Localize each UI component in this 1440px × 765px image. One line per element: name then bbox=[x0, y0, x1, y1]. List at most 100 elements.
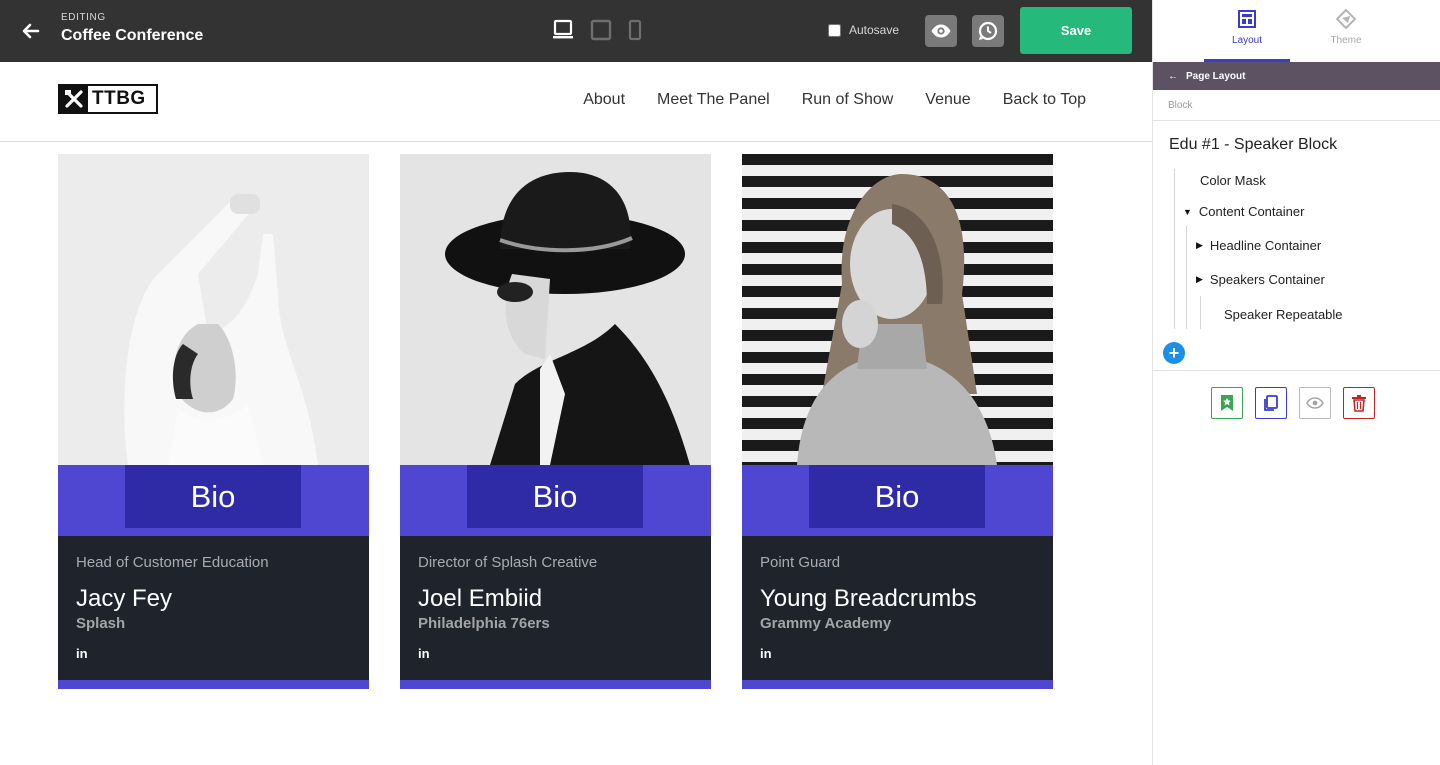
chevron-down-icon[interactable]: ▼ bbox=[1183, 207, 1192, 217]
site-logo[interactable]: TTBG bbox=[58, 84, 158, 114]
speaker-org: Splash bbox=[76, 615, 126, 632]
autosave-label: Autosave bbox=[849, 23, 900, 37]
speaker-photo bbox=[742, 154, 1053, 465]
bio-band: Bio bbox=[400, 465, 711, 536]
card-accent-bar bbox=[400, 680, 711, 689]
speaker-cards: Bio Head of Customer Education Jacy Fey … bbox=[58, 154, 1053, 689]
theme-icon bbox=[1336, 9, 1356, 29]
bookmark-icon bbox=[1221, 395, 1233, 411]
tree-guide-line bbox=[1174, 169, 1175, 329]
linkedin-icon[interactable]: in bbox=[418, 646, 430, 661]
autosave-toggle[interactable]: Autosave bbox=[828, 23, 899, 37]
nav-link-venue[interactable]: Venue bbox=[925, 91, 970, 109]
speaker-info: Point Guard Young Breadcrumbs Grammy Aca… bbox=[742, 536, 1053, 680]
page-layout-label: Page Layout bbox=[1186, 70, 1246, 82]
speaker-role: Point Guard bbox=[760, 554, 841, 571]
eye-icon bbox=[931, 24, 951, 38]
tools-icon bbox=[60, 86, 88, 112]
device-switcher bbox=[552, 19, 642, 46]
bio-button[interactable]: Bio bbox=[467, 465, 643, 528]
copy-icon bbox=[1264, 395, 1278, 411]
site-nav-links: About Meet The Panel Run of Show Venue B… bbox=[583, 91, 1086, 109]
tree-item-label: Headline Container bbox=[1209, 238, 1322, 253]
bio-button[interactable]: Bio bbox=[125, 465, 301, 528]
linkedin-icon[interactable]: in bbox=[760, 646, 772, 661]
speaker-card: Bio Point Guard Young Breadcrumbs Grammy… bbox=[742, 154, 1053, 689]
block-actions bbox=[1211, 387, 1375, 419]
editor-topbar: EDITING Coffee Conference Autosave Save bbox=[0, 0, 1152, 62]
eye-icon bbox=[1306, 397, 1324, 409]
tree-item-content-container[interactable]: ▼ Content Container bbox=[1183, 204, 1304, 219]
page-title: Coffee Conference bbox=[61, 27, 204, 44]
history-icon bbox=[978, 21, 998, 41]
tablet-icon[interactable] bbox=[590, 19, 612, 46]
speaker-name: Young Breadcrumbs bbox=[760, 585, 977, 612]
layout-icon bbox=[1238, 10, 1256, 28]
speaker-name: Joel Embiid bbox=[418, 585, 543, 612]
tree-item-speakers-container[interactable]: ▶ Speakers Container bbox=[1196, 272, 1325, 287]
delete-button[interactable] bbox=[1343, 387, 1375, 419]
tree-item-label: Content Container bbox=[1198, 204, 1305, 219]
site-navbar: TTBG About Meet The Panel Run of Show Ve… bbox=[0, 62, 1152, 142]
editing-meta: EDITING Coffee Conference bbox=[61, 12, 203, 45]
duplicate-button[interactable] bbox=[1255, 387, 1287, 419]
bookmark-button[interactable] bbox=[1211, 387, 1243, 419]
page-layout-back[interactable]: ← Page Layout bbox=[1153, 62, 1440, 90]
bio-band: Bio bbox=[742, 465, 1053, 536]
page-canvas: TTBG About Meet The Panel Run of Show Ve… bbox=[0, 62, 1152, 765]
tab-layout-label: Layout bbox=[1231, 35, 1263, 46]
editor-app: EDITING Coffee Conference Autosave Save bbox=[0, 0, 1440, 765]
layer-tree: Edu #1 - Speaker Block Color Mask ▼ Cont… bbox=[1153, 121, 1440, 371]
nav-link-about[interactable]: About bbox=[583, 91, 625, 109]
speaker-info: Head of Customer Education Jacy Fey Spla… bbox=[58, 536, 369, 680]
tree-guide-line bbox=[1186, 226, 1187, 329]
tab-layout[interactable]: Layout bbox=[1204, 0, 1290, 62]
chevron-right-icon[interactable]: ▶ bbox=[1196, 240, 1203, 251]
card-accent-bar bbox=[742, 680, 1053, 689]
back-arrow-icon[interactable] bbox=[18, 18, 44, 44]
speaker-card: Bio Director of Splash Creative Joel Emb… bbox=[400, 154, 711, 689]
logo-text: TTBG bbox=[92, 88, 146, 109]
desktop-icon[interactable] bbox=[552, 19, 574, 46]
tree-item-headline-container[interactable]: ▶ Headline Container bbox=[1196, 238, 1321, 253]
speaker-role: Director of Splash Creative bbox=[418, 554, 598, 571]
add-block-button[interactable]: + bbox=[1163, 342, 1185, 364]
bio-button[interactable]: Bio bbox=[809, 465, 985, 528]
nav-link-meet-the-panel[interactable]: Meet The Panel bbox=[657, 91, 770, 109]
tree-item-color-mask[interactable]: Color Mask bbox=[1200, 173, 1266, 188]
save-button[interactable]: Save bbox=[1020, 7, 1132, 54]
speaker-photo bbox=[58, 154, 369, 465]
visibility-button[interactable] bbox=[1299, 387, 1331, 419]
nav-link-run-of-show[interactable]: Run of Show bbox=[802, 91, 894, 109]
card-accent-bar bbox=[58, 680, 369, 689]
mobile-icon[interactable] bbox=[628, 19, 642, 46]
tree-item-label: Color Mask bbox=[1200, 173, 1266, 188]
speaker-name: Jacy Fey bbox=[76, 585, 173, 612]
speaker-card: Bio Head of Customer Education Jacy Fey … bbox=[58, 154, 369, 689]
panel-tabs: Layout Theme bbox=[1153, 0, 1440, 62]
tab-theme-label: Theme bbox=[1330, 35, 1362, 46]
speaker-role: Head of Customer Education bbox=[76, 554, 269, 571]
editing-label: EDITING bbox=[61, 12, 106, 23]
tree-guide-line bbox=[1200, 296, 1201, 329]
back-arrow-icon: ← bbox=[1168, 70, 1178, 82]
history-button[interactable] bbox=[972, 15, 1004, 47]
block-label: Block bbox=[1153, 90, 1440, 121]
bio-band: Bio bbox=[58, 465, 369, 536]
speaker-info: Director of Splash Creative Joel Embiid … bbox=[400, 536, 711, 680]
nav-link-back-to-top[interactable]: Back to Top bbox=[1003, 91, 1086, 109]
speaker-org: Philadelphia 76ers bbox=[418, 615, 550, 632]
speaker-photo bbox=[400, 154, 711, 465]
tree-item-speaker-repeatable[interactable]: Speaker Repeatable bbox=[1224, 307, 1343, 322]
linkedin-icon[interactable]: in bbox=[76, 646, 88, 661]
tree-item-label: Speakers Container bbox=[1209, 272, 1325, 287]
tree-title[interactable]: Edu #1 - Speaker Block bbox=[1169, 136, 1337, 154]
preview-button[interactable] bbox=[925, 15, 957, 47]
editor-sidepanel: Layout Theme ← Page Layout Block Edu #1 … bbox=[1152, 0, 1440, 765]
speaker-org: Grammy Academy bbox=[760, 615, 892, 632]
tab-theme[interactable]: Theme bbox=[1303, 0, 1389, 62]
autosave-checkbox[interactable] bbox=[828, 23, 841, 37]
tree-item-label: Speaker Repeatable bbox=[1224, 307, 1343, 322]
trash-icon bbox=[1352, 395, 1366, 412]
chevron-right-icon[interactable]: ▶ bbox=[1196, 274, 1203, 285]
